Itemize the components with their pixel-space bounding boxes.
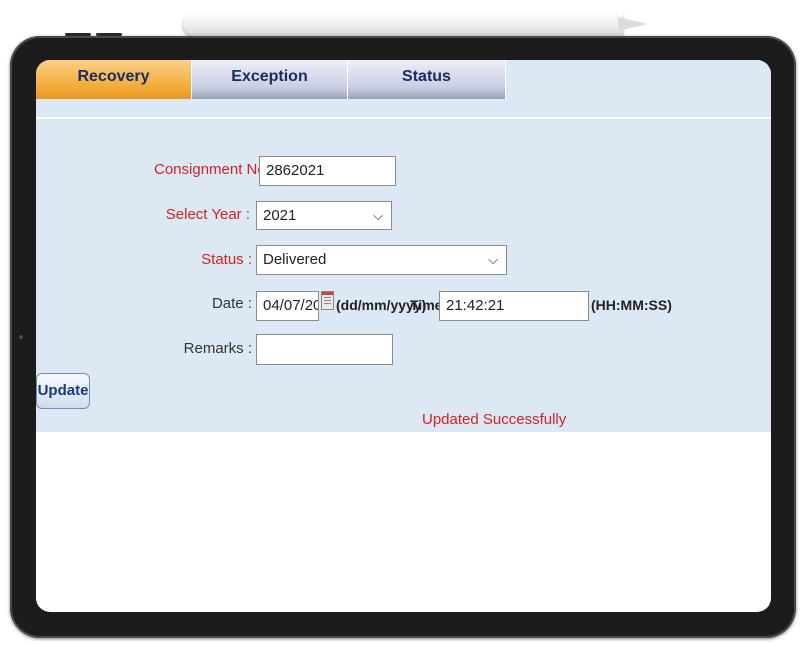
tab-status[interactable]: Status bbox=[348, 60, 506, 99]
stylus bbox=[183, 12, 623, 36]
consignment-label: Consignment No : bbox=[154, 161, 275, 178]
calendar-icon[interactable] bbox=[321, 291, 334, 310]
chevron-down-icon: ⌵ bbox=[373, 208, 383, 223]
year-label: Select Year : bbox=[165, 206, 250, 223]
time-format-hint: (HH:MM:SS) bbox=[591, 297, 672, 313]
status-label: Status : bbox=[201, 251, 252, 268]
remarks-label: Remarks : bbox=[183, 340, 252, 357]
status-select[interactable]: Delivered ⌵ bbox=[256, 245, 507, 275]
tab-bar: Recovery Exception Status bbox=[36, 60, 506, 99]
time-input[interactable]: 21:42:21 bbox=[439, 291, 589, 321]
update-button[interactable]: Update bbox=[36, 373, 90, 409]
year-select[interactable]: 2021 ⌵ bbox=[256, 201, 392, 230]
date-label: Date : bbox=[211, 295, 252, 312]
date-input[interactable]: 04/07/2021 bbox=[256, 291, 319, 321]
tablet-screen: Recovery Exception Status Consignment No… bbox=[36, 60, 771, 612]
side-button bbox=[65, 33, 91, 36]
divider bbox=[36, 117, 771, 119]
status-select-value: Delivered bbox=[263, 251, 327, 268]
consignment-input[interactable]: 2862021 bbox=[259, 156, 396, 186]
remarks-input[interactable] bbox=[256, 334, 393, 365]
stylus-tip bbox=[618, 17, 648, 31]
camera-lens bbox=[19, 335, 23, 339]
tab-exception[interactable]: Exception bbox=[192, 60, 348, 99]
tab-recovery[interactable]: Recovery bbox=[36, 60, 192, 99]
year-select-value: 2021 bbox=[263, 207, 297, 224]
chevron-down-icon: ⌵ bbox=[488, 252, 498, 267]
side-button bbox=[96, 33, 122, 36]
form-panel: Recovery Exception Status Consignment No… bbox=[36, 60, 771, 432]
success-message: Updated Successfully bbox=[422, 411, 567, 428]
